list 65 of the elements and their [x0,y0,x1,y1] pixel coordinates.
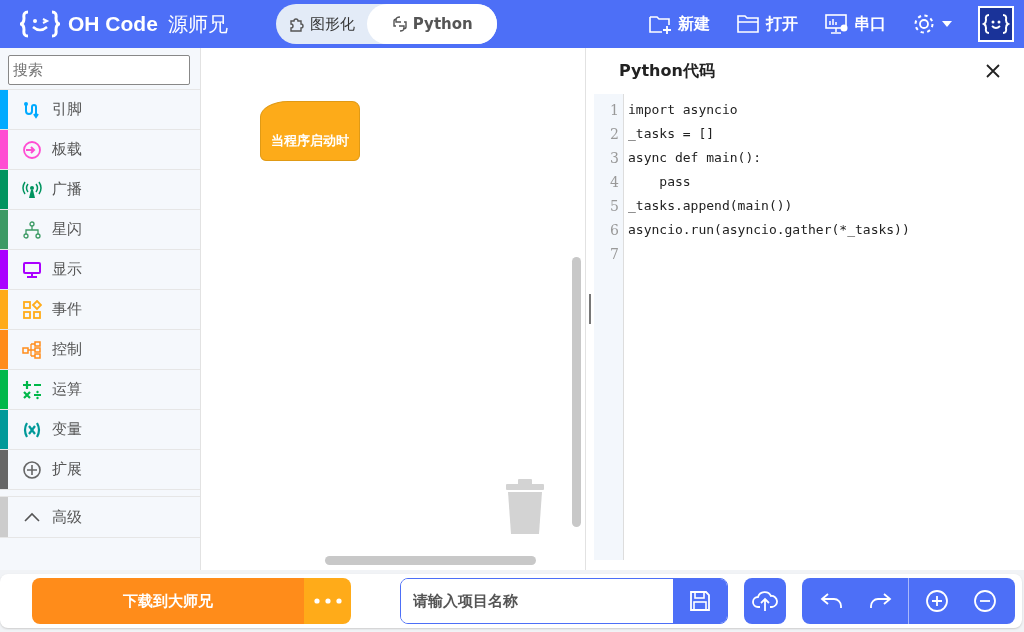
line-number: 6 [610,221,619,240]
advanced-item[interactable]: 高级 [0,496,200,538]
category-item[interactable]: 显示 [0,250,200,290]
code-line: _tasks = [] [628,126,715,141]
settings-icon [912,12,936,36]
upload-button[interactable] [744,578,786,624]
more-icon [313,598,342,604]
search-field[interactable]: 搜索 [8,55,190,85]
category-item[interactable]: 扩展 [0,450,200,490]
mode-tab[interactable]: Python [366,4,497,44]
scrollbar[interactable] [325,556,536,565]
save-button[interactable] [673,579,727,623]
scrollbar[interactable] [572,257,581,527]
monitor-icon [22,259,42,280]
cloud-upload-icon [752,590,778,612]
code-line: async def main(): [628,150,762,165]
mode-tab[interactable]: 图形化 [275,4,367,44]
zoom-out-icon [973,589,997,613]
code-line: pass [658,174,691,189]
category-item[interactable]: 引脚 [0,90,200,130]
project-name-field[interactable]: 请输入项目名称 [400,578,728,624]
monitor-gear-icon [824,13,850,35]
line-number: 7 [610,245,619,264]
category-item[interactable]: 广播 [0,170,200,210]
line-number: 3 [610,149,619,168]
code-line: import asyncio [628,102,738,117]
antenna-icon [22,179,42,200]
resize-handle[interactable] [589,294,591,324]
category-item[interactable]: 板载 [0,130,200,170]
panel-title: Python代码 [619,60,715,82]
line-number: 2 [610,125,619,144]
settings-button[interactable] [912,12,952,36]
zoom-in-icon [925,589,949,613]
undo-icon [820,592,844,610]
line-number: 1 [610,101,619,120]
category-item[interactable]: 运算 [0,370,200,410]
category-item[interactable]: 控制 [0,330,200,370]
line-number: 5 [610,197,619,216]
math-icon [22,379,42,400]
line-number: 4 [610,173,619,192]
plus-circle-icon [22,459,42,480]
logo-icon[interactable] [978,6,1014,42]
code-line: _tasks.append(main()) [628,198,793,213]
close-icon[interactable] [986,64,1000,78]
login-icon [22,139,42,160]
app-subtitle: 源师兄 [167,10,228,38]
grid-icon [22,299,42,320]
folder-icon [736,13,762,35]
app-name: OH Code [68,12,158,36]
toolbar-button[interactable]: 新建 [648,13,710,35]
pin-icon [22,99,42,120]
toolbar-button[interactable]: 打开 [736,13,798,35]
category-item[interactable]: 变量 [0,410,200,450]
code-line: asyncio.run(asyncio.gather(*_tasks)) [628,222,910,237]
category-item[interactable]: 事件 [0,290,200,330]
flowchart-icon [22,339,42,360]
folder-plus-icon [648,13,674,35]
logo-icon [20,9,60,39]
toolbar-button[interactable]: 串口 [824,13,886,35]
caret-icon [942,21,952,27]
puzzle-icon [287,15,306,33]
redo-icon [868,592,892,610]
save-icon [688,589,712,613]
network-icon [22,219,42,240]
category-item[interactable]: 星闪 [0,210,200,250]
